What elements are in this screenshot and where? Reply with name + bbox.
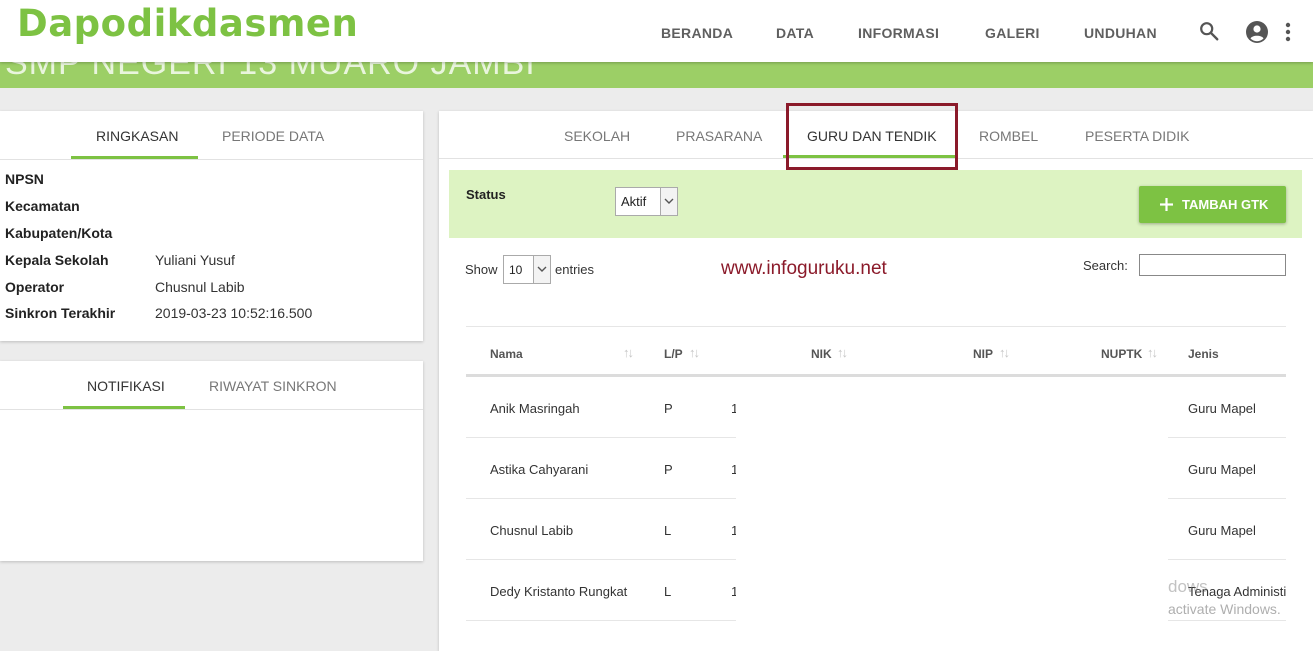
- field-label-kepala-sekolah: Kepala Sekolah: [5, 252, 109, 268]
- status-select-value: Aktif: [621, 194, 647, 209]
- nav-informasi[interactable]: INFORMASI: [858, 25, 939, 41]
- tab-ringkasan[interactable]: RINGKASAN: [96, 128, 178, 144]
- search-icon[interactable]: [1198, 20, 1220, 42]
- field-label-operator: Operator: [5, 279, 65, 295]
- sort-icon[interactable]: ↑↓: [1147, 345, 1158, 360]
- tab-prasarana[interactable]: PRASARANA: [676, 128, 762, 144]
- col-header-nik[interactable]: NIK: [811, 347, 832, 361]
- school-name: SMP NEGERI 13 MUARO JAMBI: [5, 62, 536, 82]
- sort-icon[interactable]: ↑↓: [999, 345, 1010, 360]
- sort-icon[interactable]: ↑↓: [837, 345, 848, 360]
- search-input[interactable]: [1139, 254, 1286, 276]
- col-header-nuptk[interactable]: NUPTK: [1101, 347, 1142, 361]
- redaction-mask: [870, 380, 1039, 635]
- tab-notifikasi[interactable]: NOTIFIKASI: [87, 378, 165, 394]
- sort-icon[interactable]: ↑↓: [623, 345, 634, 360]
- chevron-down-icon: [664, 198, 674, 204]
- plus-icon: [1160, 198, 1173, 211]
- add-gtk-label: TAMBAH GTK: [1182, 197, 1269, 212]
- cell-jenis: Guru Mapel: [1188, 523, 1256, 538]
- school-banner: SMP NEGERI 13 MUARO JAMBI: [0, 62, 1313, 88]
- col-header-lp[interactable]: L/P: [664, 347, 683, 361]
- field-label-kabupaten: Kabupaten/Kota: [5, 225, 113, 241]
- show-label: Show: [465, 262, 498, 277]
- notification-card: NOTIFIKASI RIWAYAT SINKRON: [0, 361, 423, 561]
- cell-nama: Dedy Kristanto Rungkat: [490, 584, 628, 599]
- top-app-bar: Dapodikdasmen BERANDA DATA INFORMASI GAL…: [0, 0, 1313, 62]
- sort-icon[interactable]: ↑↓: [689, 345, 700, 360]
- col-header-jenis[interactable]: Jenis: [1188, 347, 1219, 361]
- cell-lp: L: [664, 584, 672, 599]
- tab-rombel[interactable]: ROMBEL: [979, 128, 1038, 144]
- nav-data[interactable]: DATA: [776, 25, 814, 41]
- table-top-border: [466, 326, 1286, 327]
- field-value-kepala-sekolah: Yuliani Yusuf: [155, 252, 235, 268]
- entries-select-value: 10: [509, 263, 523, 277]
- tab-sekolah[interactable]: SEKOLAH: [564, 128, 630, 144]
- redaction-mask: [736, 380, 870, 635]
- account-icon[interactable]: [1245, 20, 1269, 44]
- status-select-arrow: [660, 188, 677, 215]
- more-vert-icon[interactable]: [1283, 21, 1293, 43]
- site-watermark: www.infoguruku.net: [721, 258, 887, 279]
- highlight-box: [786, 103, 958, 170]
- field-value-sinkron: 2019-03-23 10:52:16.500: [155, 305, 313, 321]
- cell-lp: P: [664, 462, 673, 477]
- status-label: Status: [466, 187, 506, 202]
- cell-nama: Chusnul Labib: [490, 523, 574, 538]
- tab-riwayat-sinkron[interactable]: RIWAYAT SINKRON: [209, 378, 337, 394]
- add-gtk-button[interactable]: TAMBAH GTK: [1139, 186, 1286, 223]
- col-header-nama[interactable]: Nama: [490, 347, 523, 361]
- entries-select-arrow: [533, 256, 550, 283]
- brand-logo[interactable]: Dapodikdasmen: [17, 2, 358, 45]
- cell-lp: L: [664, 523, 672, 538]
- summary-card: RINGKASAN PERIODE DATA NPSN Kecamatan Ka…: [0, 111, 423, 341]
- redaction-mask: [1039, 380, 1168, 635]
- field-label-npsn: NPSN: [5, 171, 44, 187]
- field-label-sinkron: Sinkron Terakhir: [5, 305, 116, 321]
- tab-peserta-didik[interactable]: PESERTA DIDIK: [1085, 128, 1190, 144]
- chevron-down-icon: [537, 266, 547, 272]
- col-header-nip[interactable]: NIP: [973, 347, 993, 361]
- tab-periode-data[interactable]: PERIODE DATA: [222, 128, 324, 144]
- tab-divider: [0, 409, 423, 410]
- cell-nama: Anik Masringah: [490, 401, 580, 416]
- nav-beranda[interactable]: BERANDA: [661, 25, 733, 41]
- cell-jenis: Guru Mapel: [1188, 462, 1256, 477]
- field-value-operator: Chusnul Labib: [155, 279, 245, 295]
- cell-lp: P: [664, 401, 673, 416]
- cell-jenis: Guru Mapel: [1188, 401, 1256, 416]
- header-divider: [466, 374, 1286, 377]
- entries-label: entries: [555, 262, 595, 277]
- status-select[interactable]: Aktif: [615, 187, 678, 216]
- tab-divider: [0, 159, 423, 160]
- search-label: Search:: [1083, 258, 1128, 273]
- entries-select[interactable]: 10: [503, 255, 551, 284]
- field-label-kecamatan: Kecamatan: [5, 198, 80, 214]
- nav-galeri[interactable]: GALERI: [985, 25, 1040, 41]
- nav-unduhan[interactable]: UNDUHAN: [1084, 25, 1157, 41]
- cell-nama: Astika Cahyarani: [490, 462, 589, 477]
- os-watermark-title: dows: [1168, 577, 1208, 596]
- os-watermark-text: activate Windows.: [1168, 601, 1281, 617]
